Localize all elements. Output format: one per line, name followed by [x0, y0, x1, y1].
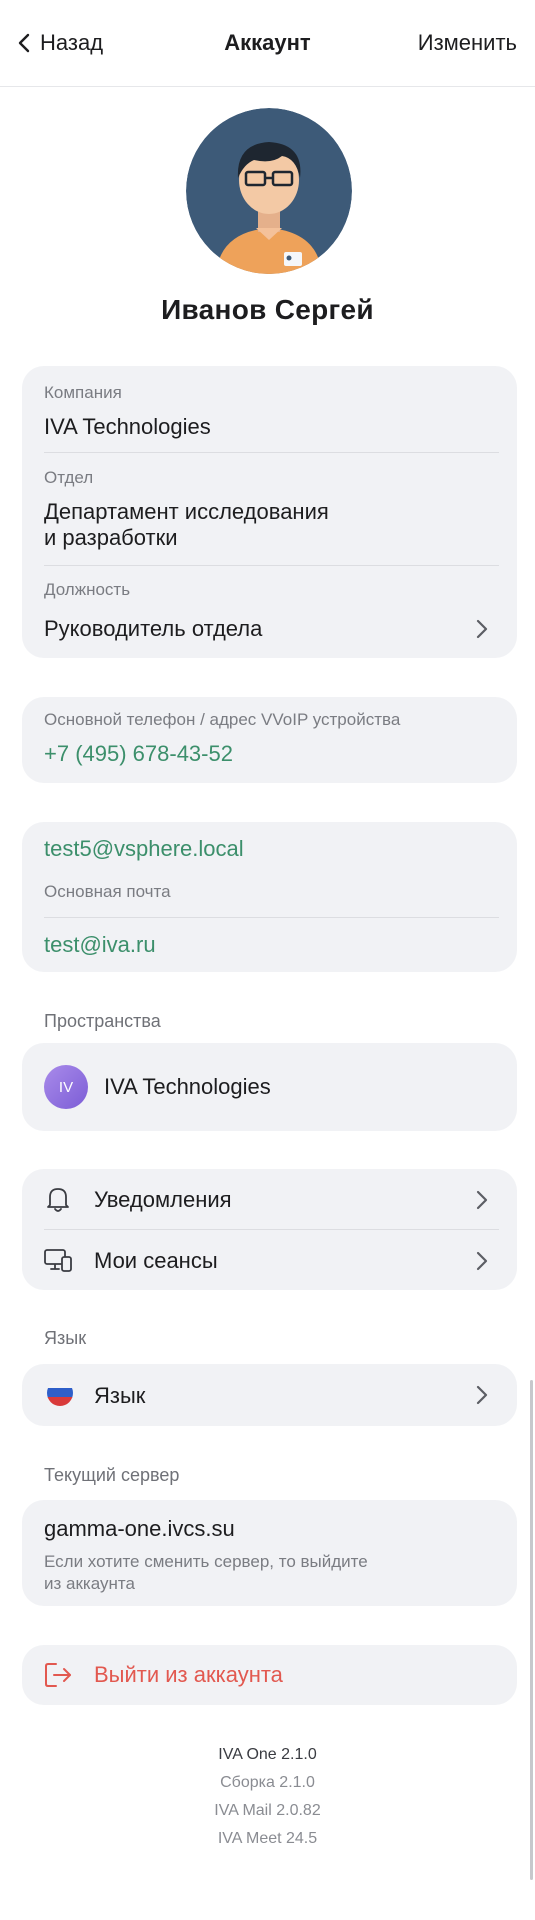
space-name: IVA Technologies [104, 1074, 271, 1099]
meet-version: IVA Meet 24.5 [217, 1830, 318, 1847]
mail-version: IVA Mail 2.0.82 [214, 1802, 321, 1819]
top-nav-bar: Назад Аккаунт Изменить [0, 0, 535, 87]
logout-icon [45, 1663, 71, 1687]
phone-label: Основной телефон / адрес VVoIP устройств… [44, 710, 401, 729]
server-hint-line1: Если хотите сменить сервер, то выйдите [44, 1552, 368, 1571]
server-section-title: Текущий сервер [44, 1465, 180, 1485]
space-avatar: IV [44, 1065, 88, 1109]
chevron-right-icon [476, 1190, 488, 1210]
space-item[interactable]: IV IVA Technologies [22, 1043, 517, 1131]
back-label: Назад [40, 30, 104, 55]
department-value-line2: и разработки [44, 525, 178, 550]
secondary-email[interactable]: test5@vsphere.local [44, 836, 244, 862]
avatar[interactable] [186, 108, 352, 274]
language-label: Язык [94, 1383, 146, 1408]
divider [44, 452, 499, 453]
chevron-right-icon [476, 1251, 488, 1271]
edit-button[interactable]: Изменить [418, 30, 517, 56]
primary-email-label: Основная почта [44, 882, 171, 901]
language-row[interactable]: Язык [22, 1364, 517, 1426]
bell-icon [47, 1188, 69, 1212]
position-value: Руководитель отдела [44, 616, 263, 641]
build-version: Сборка 2.1.0 [220, 1774, 315, 1791]
primary-email[interactable]: test@iva.ru [44, 932, 156, 958]
sessions-label: Мои сеансы [94, 1248, 218, 1273]
logout-label: Выйти из аккаунта [94, 1662, 283, 1687]
server-card: gamma-one.ivcs.su Если хотите сменить се… [22, 1500, 517, 1606]
devices-icon [44, 1249, 72, 1272]
email-card: test5@vsphere.local Основная почта test@… [22, 822, 517, 972]
notifications-label: Уведомления [94, 1187, 232, 1212]
company-label: Компания [44, 383, 122, 402]
russian-flag-icon [47, 1380, 73, 1406]
divider [44, 917, 499, 918]
settings-card: Уведомления Мои сеансы [22, 1169, 517, 1290]
language-section-title: Язык [44, 1328, 87, 1348]
sessions-row[interactable]: Мои сеансы [22, 1230, 517, 1290]
phone-value[interactable]: +7 (495) 678-43-52 [44, 741, 233, 767]
phone-card: Основной телефон / адрес VVoIP устройств… [22, 697, 517, 783]
profile-name: Иванов Сергей [161, 294, 374, 325]
server-hint-line2: из аккаунта [44, 1574, 135, 1593]
scrollbar[interactable] [530, 1380, 533, 1880]
server-value: gamma-one.ivcs.su [44, 1516, 235, 1541]
chevron-left-icon [18, 33, 30, 53]
company-value: IVA Technologies [44, 414, 211, 439]
app-version: IVA One 2.1.0 [218, 1746, 317, 1763]
logout-button[interactable]: Выйти из аккаунта [22, 1645, 517, 1705]
department-label: Отдел [44, 468, 94, 487]
chevron-right-icon [476, 1385, 488, 1405]
organization-card: Компания IVA Technologies Отдел Департам… [22, 366, 517, 658]
position-label: Должность [44, 580, 131, 599]
back-button[interactable]: Назад [18, 30, 103, 56]
position-row[interactable]: Должность Руководитель отдела [22, 566, 517, 658]
department-value-line1: Департамент исследования [44, 499, 329, 524]
chevron-right-icon [476, 619, 488, 639]
notifications-row[interactable]: Уведомления [22, 1169, 517, 1229]
spaces-section-title: Пространства [44, 1011, 161, 1031]
